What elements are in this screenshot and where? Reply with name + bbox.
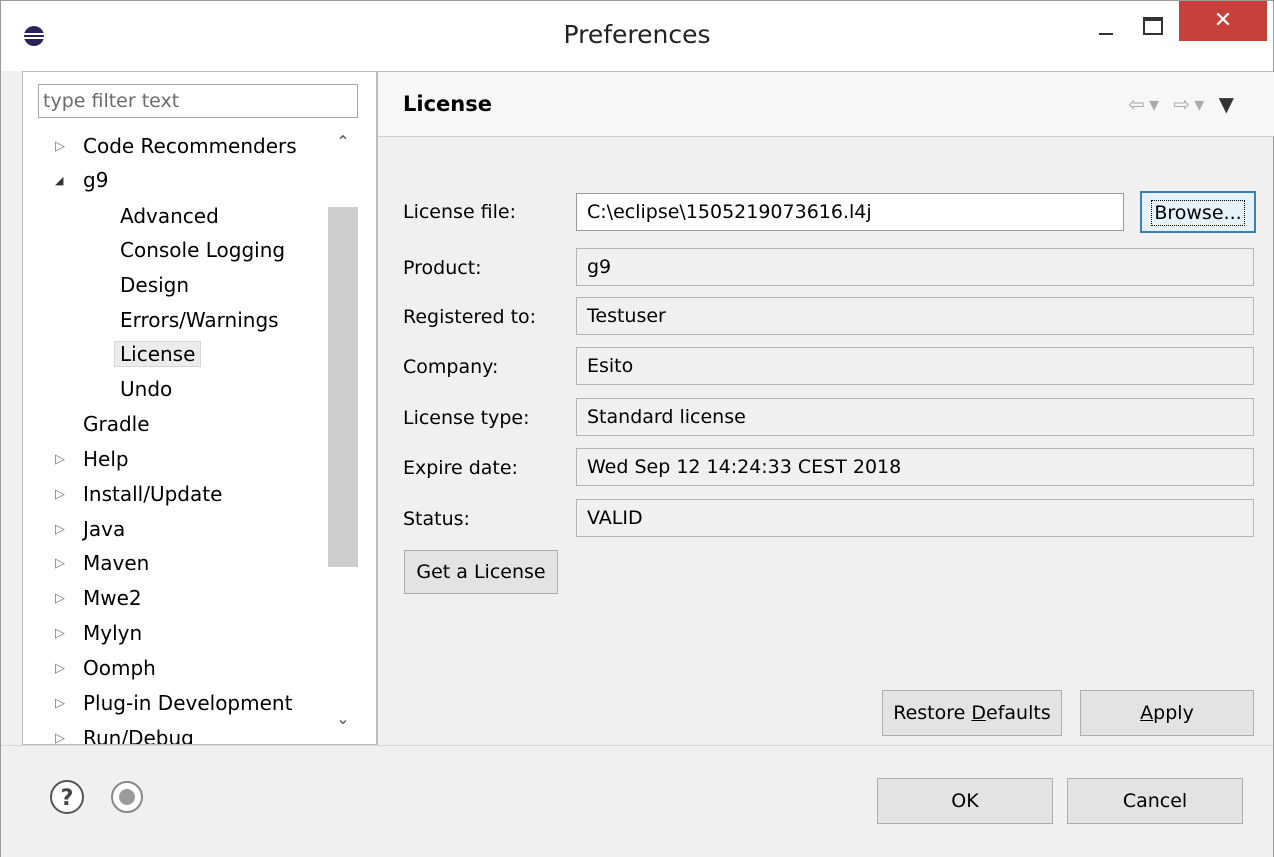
back-arrow-icon[interactable]: ⇦ [1128,92,1149,116]
page-nav: ⇦▾ ⇨▾ ▼ [1128,92,1238,116]
tree-item-label: Plug-in Development [83,691,293,715]
title-bar: Preferences ✕ [1,1,1273,71]
expand-arrow-icon[interactable]: ▷ [55,131,75,161]
filter-input[interactable] [38,84,358,118]
tree-item-g9[interactable]: ◢ g9 [55,165,108,195]
tree-item-label: Java [83,517,126,541]
license-file-label: License file: [403,201,517,223]
tree-item-undo[interactable]: Undo [120,374,172,404]
tree-item-license[interactable]: License [114,339,202,369]
tree-item-errors-warnings[interactable]: Errors/Warnings [120,305,279,335]
tree-item-label: Install/Update [83,482,223,506]
restore-suffix: efaults [986,702,1051,724]
restore-defaults-button[interactable]: Restore Defaults [882,690,1062,736]
tree-item-label: Oomph [83,656,156,680]
cancel-button[interactable]: Cancel [1067,778,1243,824]
expand-arrow-icon[interactable]: ▷ [55,514,75,544]
expand-arrow-icon[interactable]: ▷ [55,653,75,683]
tree-item-help[interactable]: ▷ Help [55,444,129,474]
tree-item-mwe2[interactable]: ▷ Mwe2 [55,583,142,613]
tree-item-label: g9 [83,168,109,192]
svg-text:?: ? [61,786,74,811]
tree-item-plug-in-development[interactable]: ▷ Plug-in Development [55,688,292,718]
apply-suffix: pply [1153,702,1194,724]
license-type-label: License type: [403,407,530,429]
status-value: VALID [576,499,1254,537]
registered-to-label: Registered to: [403,306,537,328]
tree-item-code-recommenders[interactable]: ▷ Code Recommenders [55,131,297,161]
minimize-icon[interactable] [1081,9,1131,43]
tree-item-java[interactable]: ▷ Java [55,514,125,544]
restore-prefix: Restore [893,702,972,724]
tree-item-label: Mylyn [83,621,143,645]
help-icon[interactable]: ? [49,779,85,815]
collapse-arrow-icon[interactable]: ◢ [55,165,75,195]
close-icon[interactable]: ✕ [1179,1,1267,41]
forward-menu-icon[interactable]: ▾ [1194,92,1208,116]
apply-button[interactable]: Apply [1080,690,1254,736]
registered-to-value: Testuser [576,297,1254,335]
tree-item-label: Errors/Warnings [120,308,279,332]
forward-arrow-icon[interactable]: ⇨ [1173,92,1194,116]
expand-arrow-icon[interactable]: ▷ [55,618,75,648]
tree-item-label: Advanced [120,204,219,228]
license-type-value: Standard license [576,398,1254,436]
expand-arrow-icon[interactable]: ▷ [55,548,75,578]
tree-item-console-logging[interactable]: Console Logging [120,235,285,265]
back-menu-icon[interactable]: ▾ [1149,92,1163,116]
page-title: License [403,92,492,116]
scroll-down-icon[interactable]: ⌄ [328,709,358,739]
company-value: Esito [576,347,1254,385]
record-icon[interactable] [109,779,145,815]
product-value: g9 [576,248,1254,286]
preferences-window: Preferences ✕ ▷ Code Recommenders ◢ g9 A… [0,0,1274,857]
tree-item-label: Gradle [83,412,150,436]
license-page: License ⇦▾ ⇨▾ ▼ License file: Browse... … [377,71,1274,745]
tree-item-label: License [114,341,202,367]
scroll-thumb[interactable] [328,207,358,567]
view-menu-icon[interactable]: ▼ [1219,92,1238,116]
tree-item-run-debug[interactable]: ▷ Run/Debug [55,723,194,744]
get-license-button[interactable]: Get a License [404,550,558,594]
expand-arrow-icon[interactable]: ▷ [55,723,75,744]
restore-mnemonic: D [971,702,987,724]
tree-item-advanced[interactable]: Advanced [120,201,219,231]
scroll-up-icon[interactable]: ⌃ [328,132,358,162]
company-label: Company: [403,356,499,378]
preference-tree-panel: ▷ Code Recommenders ◢ g9 Advanced Consol… [22,71,377,745]
maximize-icon[interactable] [1131,9,1177,43]
browse-button[interactable]: Browse... [1140,191,1256,233]
tree-item-mylyn[interactable]: ▷ Mylyn [55,618,142,648]
tree-item-label: Help [83,447,129,471]
expand-arrow-icon[interactable]: ▷ [55,688,75,718]
ok-button[interactable]: OK [877,778,1053,824]
tree-item-label: Console Logging [120,238,286,262]
page-header: License ⇦▾ ⇨▾ ▼ [378,72,1274,137]
status-label: Status: [403,508,470,530]
tree-item-oomph[interactable]: ▷ Oomph [55,653,156,683]
tree-item-label: Run/Debug [83,726,194,744]
tree-item-label: Maven [83,551,150,575]
license-file-input[interactable] [576,193,1124,231]
expand-arrow-icon[interactable]: ▷ [55,479,75,509]
expand-arrow-icon[interactable]: ▷ [55,444,75,474]
tree-item-gradle[interactable]: Gradle [83,409,150,439]
tree-item-label: Code Recommenders [83,134,297,158]
preference-tree: ▷ Code Recommenders ◢ g9 Advanced Consol… [23,127,323,744]
tree-item-install-update[interactable]: ▷ Install/Update [55,479,222,509]
tree-scrollbar[interactable]: ⌃ ⌄ [328,127,358,744]
tree-item-label: Design [120,273,190,297]
apply-mnemonic: A [1140,702,1154,724]
expire-date-value: Wed Sep 12 14:24:33 CEST 2018 [576,448,1254,486]
tree-item-label: Undo [120,377,173,401]
tree-item-maven[interactable]: ▷ Maven [55,548,149,578]
expand-arrow-icon[interactable]: ▷ [55,583,75,613]
tree-item-design[interactable]: Design [120,270,189,300]
expire-date-label: Expire date: [403,457,518,479]
tree-item-label: Mwe2 [83,586,142,610]
product-label: Product: [403,257,482,279]
dialog-button-bar: ? OK Cancel [1,745,1273,857]
browse-button-label: Browse... [1151,200,1245,226]
